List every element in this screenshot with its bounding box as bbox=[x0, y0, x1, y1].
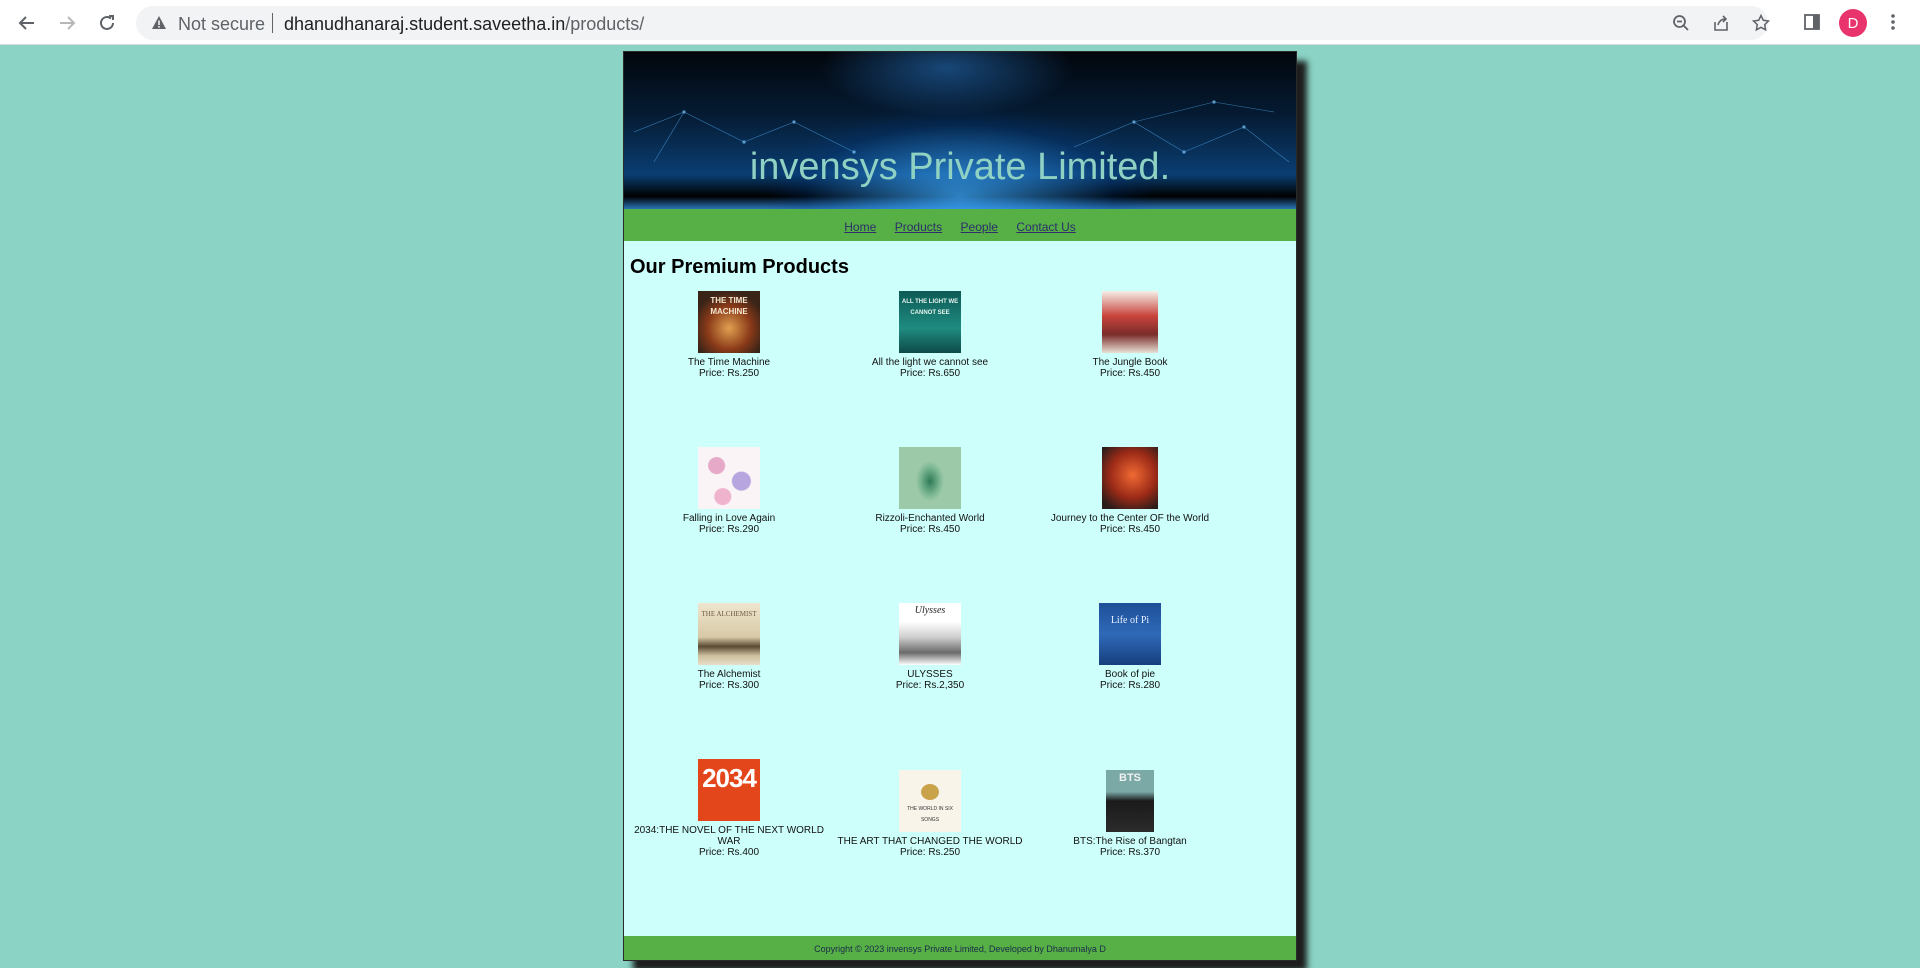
nav-link-products[interactable]: Products bbox=[895, 220, 942, 234]
book-cover-image[interactable] bbox=[698, 447, 760, 509]
url-path: /products/ bbox=[565, 14, 645, 34]
product-card[interactable]: Falling in Love Again Price: Rs.290 bbox=[629, 447, 829, 535]
share-icon[interactable] bbox=[1710, 12, 1732, 34]
product-name: Rizzoli-Enchanted World bbox=[875, 513, 985, 524]
cover-title: THE WORLD IN SIX SONGS bbox=[907, 806, 953, 823]
nav-link-contact-us[interactable]: Contact Us bbox=[1016, 220, 1075, 234]
zoom-icon[interactable] bbox=[1670, 12, 1692, 34]
product-name: The Time Machine bbox=[687, 357, 771, 368]
nav-link-people[interactable]: People bbox=[961, 220, 998, 234]
forward-arrow-icon[interactable] bbox=[52, 8, 82, 38]
product-price: Price: Rs.400 bbox=[698, 847, 760, 858]
product-card[interactable]: Rizzoli-Enchanted World Price: Rs.450 bbox=[830, 447, 1030, 535]
product-card[interactable]: THE TIME MACHINE The Time Machine Price:… bbox=[629, 291, 829, 379]
cover-title: ALL THE LIGHT WE CANNOT SEE bbox=[901, 299, 959, 316]
product-card[interactable]: ALL THE LIGHT WE CANNOT SEE All the ligh… bbox=[830, 291, 1030, 379]
book-cover-image[interactable]: THE WORLD IN SIX SONGS bbox=[899, 770, 961, 832]
book-cover-image[interactable]: BTS bbox=[1106, 770, 1154, 832]
product-price: Price: Rs.300 bbox=[698, 680, 760, 691]
product-name: BTS:The Rise of Bangtan bbox=[1073, 836, 1187, 847]
product-card[interactable]: Ulysses ULYSSES Price: Rs.2,350 bbox=[830, 603, 1030, 691]
product-card[interactable]: THE WORLD IN SIX SONGS THE ART THAT CHAN… bbox=[830, 770, 1030, 858]
book-cover-image[interactable]: 2034 bbox=[698, 759, 760, 821]
omnibox-separator bbox=[272, 13, 273, 33]
product-price: Price: Rs.250 bbox=[698, 368, 760, 379]
product-price: Price: Rs.250 bbox=[899, 847, 961, 858]
product-name: ULYSSES bbox=[907, 669, 953, 680]
back-arrow-icon[interactable] bbox=[12, 8, 42, 38]
url-host: dhanudhanaraj.student.saveetha.in bbox=[284, 14, 566, 34]
product-name: All the light we cannot see bbox=[871, 357, 989, 368]
book-cover-image[interactable] bbox=[1102, 291, 1158, 353]
product-name: Falling in Love Again bbox=[682, 513, 776, 524]
cover-title: THE ALCHEMIST bbox=[701, 610, 757, 618]
website-container: invensys Private Limited. Home Products … bbox=[623, 51, 1297, 961]
product-card[interactable]: Life of Pi Book of pie Price: Rs.280 bbox=[1030, 603, 1230, 691]
cover-title: Ulysses bbox=[914, 605, 946, 616]
product-card[interactable]: BTS BTS:The Rise of Bangtan Price: Rs.37… bbox=[1030, 770, 1230, 858]
security-label[interactable]: Not secure bbox=[178, 14, 265, 35]
book-cover-image[interactable]: Ulysses bbox=[899, 603, 961, 665]
product-price: Price: Rs.370 bbox=[1099, 847, 1161, 858]
product-price: Price: Rs.450 bbox=[1099, 368, 1161, 379]
cover-title: BTS bbox=[1119, 772, 1141, 784]
side-panel-icon[interactable] bbox=[1800, 10, 1824, 34]
product-price: Price: Rs.450 bbox=[1099, 524, 1161, 535]
main-nav: Home Products People Contact Us bbox=[624, 209, 1296, 241]
product-price: Price: Rs.2,350 bbox=[895, 680, 965, 691]
book-cover-image[interactable]: ALL THE LIGHT WE CANNOT SEE bbox=[899, 291, 961, 353]
page-heading: Our Premium Products bbox=[630, 256, 849, 278]
warning-icon[interactable] bbox=[150, 14, 168, 32]
cover-title: 2034 bbox=[702, 763, 757, 793]
book-cover-image[interactable]: Life of Pi bbox=[1099, 603, 1161, 665]
book-cover-image[interactable]: THE ALCHEMIST bbox=[698, 603, 760, 665]
product-price: Price: Rs.650 bbox=[899, 368, 961, 379]
cover-title: THE TIME MACHINE bbox=[710, 296, 748, 316]
product-name: 2034:THE NOVEL OF THE NEXT WORLD WAR bbox=[634, 825, 824, 847]
product-name: THE ART THAT CHANGED THE WORLD bbox=[837, 836, 1023, 847]
cover-title: Life of Pi bbox=[1110, 615, 1150, 626]
product-name: Journey to the Center OF the World bbox=[1050, 513, 1210, 524]
product-price: Price: Rs.290 bbox=[698, 524, 760, 535]
bookmark-star-icon[interactable] bbox=[1750, 12, 1772, 34]
product-card[interactable]: THE ALCHEMIST The Alchemist Price: Rs.30… bbox=[629, 603, 829, 691]
product-price: Price: Rs.280 bbox=[1099, 680, 1161, 691]
book-cover-image[interactable]: THE TIME MACHINE bbox=[698, 291, 760, 353]
product-card[interactable]: The Jungle Book Price: Rs.450 bbox=[1030, 291, 1230, 379]
more-menu-icon[interactable] bbox=[1881, 10, 1905, 34]
product-price: Price: Rs.450 bbox=[899, 524, 961, 535]
product-card[interactable]: Journey to the Center OF the World Price… bbox=[1030, 447, 1230, 535]
address-bar[interactable]: Not secure dhanudhanaraj.student.saveeth… bbox=[136, 6, 1770, 40]
book-cover-image[interactable] bbox=[899, 447, 961, 509]
product-name: Book of pie bbox=[1104, 669, 1156, 680]
reload-icon[interactable] bbox=[92, 8, 122, 38]
browser-toolbar: Not secure dhanudhanaraj.student.saveeth… bbox=[0, 0, 1920, 45]
profile-avatar[interactable]: D bbox=[1839, 9, 1867, 37]
product-name: The Alchemist bbox=[697, 669, 761, 680]
page-footer: Copyright © 2023 invensys Private Limite… bbox=[624, 936, 1296, 960]
book-cover-image[interactable] bbox=[1102, 447, 1158, 509]
header-banner: invensys Private Limited. bbox=[624, 52, 1296, 209]
product-card[interactable]: 2034 2034:THE NOVEL OF THE NEXT WORLD WA… bbox=[629, 759, 829, 858]
product-name: The Jungle Book bbox=[1092, 357, 1168, 368]
url-text[interactable]: dhanudhanaraj.student.saveetha.in/produc… bbox=[284, 14, 644, 35]
banner-title: invensys Private Limited. bbox=[749, 146, 1171, 188]
heart-graphic bbox=[921, 784, 939, 800]
nav-link-home[interactable]: Home bbox=[844, 220, 876, 234]
